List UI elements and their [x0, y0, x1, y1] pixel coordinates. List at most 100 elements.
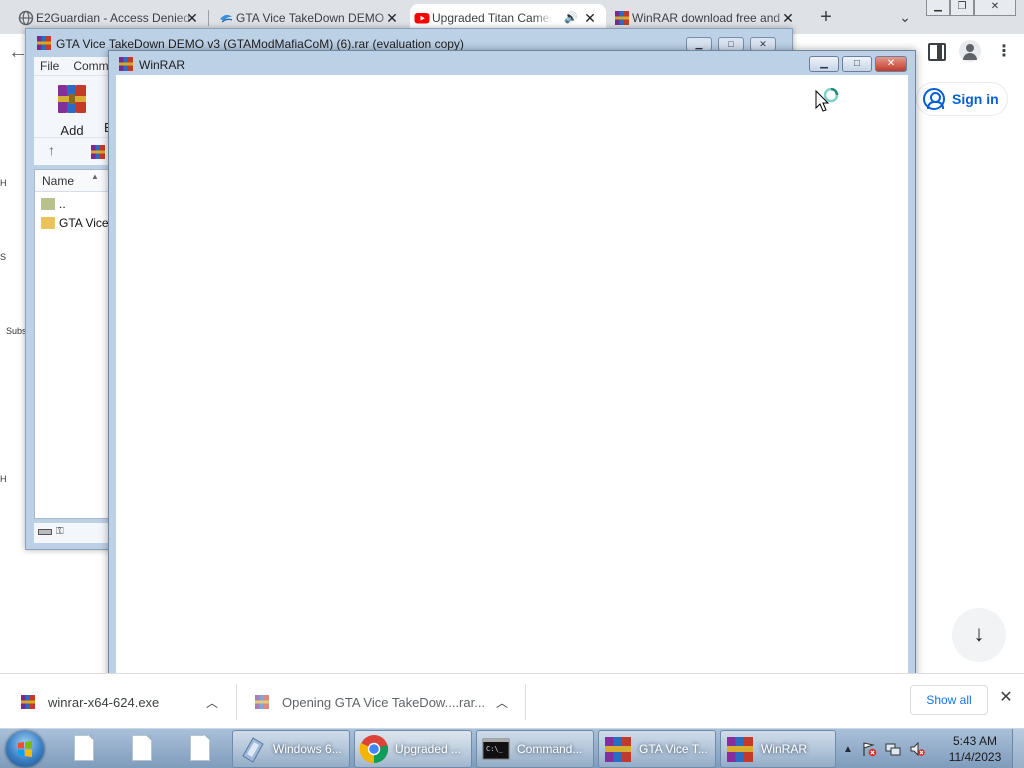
tab-label: Upgraded Titan Cameraman — [432, 11, 552, 25]
new-tab-button[interactable]: + — [814, 6, 838, 30]
page-sidebar-fragment[interactable]: Subs — [6, 326, 27, 336]
minimize-icon[interactable]: ▁ — [809, 56, 839, 72]
close-icon[interactable]: ✕ — [998, 690, 1014, 706]
winrar-icon — [605, 737, 631, 762]
chevron-up-icon[interactable]: ︿ — [496, 694, 508, 711]
download-separator — [525, 684, 526, 720]
list-item[interactable]: GTA Vice — [41, 214, 109, 232]
winrar-add-icon — [58, 85, 86, 113]
tab-separator — [208, 10, 209, 26]
tab-label: E2Guardian - Access Denied — [36, 11, 191, 25]
winrar-icon — [119, 57, 133, 71]
show-desktop-button[interactable] — [1012, 729, 1024, 768]
close-icon[interactable]: ✕ — [974, 0, 1016, 16]
tab-search-button[interactable]: ⌄ — [894, 6, 916, 28]
page-sidebar-fragment[interactable]: H — [0, 178, 7, 188]
action-center-flag-icon[interactable] — [861, 741, 877, 757]
dialog-window-controls: ▁ □ ✕ — [809, 56, 907, 72]
dialog-title: WinRAR — [139, 58, 186, 72]
menu-file[interactable]: File — [40, 57, 59, 75]
maximize-icon[interactable]: □ — [842, 56, 872, 72]
side-panel-icon[interactable] — [928, 43, 946, 61]
profile-icon[interactable] — [959, 40, 981, 62]
windows-logo-icon — [18, 741, 32, 757]
pinned-file-button[interactable] — [188, 735, 212, 763]
task-label: GTA Vice T... — [639, 742, 708, 756]
taskbar-winrar-archive[interactable]: GTA Vice T... — [598, 730, 716, 768]
close-icon[interactable]: ✕ — [582, 10, 598, 26]
more-options-icon[interactable]: ⋮ — [996, 42, 1012, 62]
download-item[interactable]: Opening GTA Vice TakeDow....rar... ︿ — [254, 682, 522, 722]
clock-time: 5:43 AM — [952, 734, 998, 748]
scroll-down-button[interactable]: ↓ — [952, 608, 1006, 662]
start-button[interactable] — [6, 731, 44, 767]
network-icon[interactable] — [885, 741, 901, 757]
minimize-icon[interactable]: ▁ — [686, 37, 712, 51]
taskbar-winrar-dialog[interactable]: WinRAR — [720, 730, 836, 768]
window-controls: ▁ □ ✕ — [686, 37, 776, 51]
pinned-file-button[interactable] — [72, 735, 96, 763]
download-shelf: winrar-x64-624.exe ︿ Opening GTA Vice Ta… — [0, 673, 1024, 728]
close-icon[interactable]: ✕ — [184, 10, 200, 26]
pinned-file-button[interactable] — [130, 735, 154, 763]
download-item[interactable]: winrar-x64-624.exe ︿ — [20, 682, 230, 722]
winrar-icon — [727, 737, 753, 762]
document-icon — [132, 735, 152, 761]
document-icon — [74, 735, 94, 761]
download-separator — [236, 684, 237, 720]
maximize-icon[interactable]: □ — [718, 37, 744, 51]
winrar-icon — [21, 695, 35, 709]
chrome-icon — [359, 735, 389, 764]
document-icon — [190, 735, 210, 761]
volume-muted-icon[interactable] — [909, 741, 925, 757]
task-label: Command... — [517, 742, 583, 756]
add-button[interactable]: Add — [50, 82, 94, 138]
audio-playing-icon[interactable]: 🔊 — [564, 10, 578, 26]
close-icon[interactable]: ✕ — [875, 56, 907, 72]
winrar-icon — [615, 11, 629, 25]
taskbar-chrome[interactable]: Upgraded ... — [354, 730, 472, 768]
system-clock[interactable]: 5:43 AM 11/4/2023 — [940, 733, 1010, 765]
download-filename: Opening GTA Vice TakeDow....rar... — [282, 694, 486, 710]
restore-icon[interactable]: ❐ — [950, 0, 974, 16]
window-title: GTA Vice TakeDown DEMO v3 (GTAModMafiaCo… — [56, 37, 464, 51]
close-icon[interactable]: ✕ — [750, 37, 776, 51]
parent-folder-icon — [41, 198, 55, 210]
clock-date: 11/4/2023 — [948, 750, 1002, 764]
list-item[interactable]: .. — [41, 195, 66, 213]
tab-label: WinRAR download free and — [632, 11, 781, 25]
sign-in-label: Sign in — [952, 91, 999, 107]
winrar-icon — [91, 145, 105, 159]
close-icon[interactable]: ✕ — [780, 10, 796, 26]
page-sidebar-fragment[interactable]: S — [0, 252, 6, 262]
taskbar-windows-installer[interactable]: Windows 6... — [232, 730, 350, 768]
tab-label: GTA Vice TakeDown DEMO — [236, 11, 385, 25]
taskbar-command-prompt[interactable]: C:\_ Command... — [476, 730, 594, 768]
dialog-client-area — [116, 75, 908, 676]
winrar-icon — [37, 36, 51, 50]
file-name: .. — [59, 197, 66, 211]
file-name: GTA Vice — [59, 216, 109, 230]
add-label: Add — [60, 123, 84, 138]
cmd-icon: C:\_ — [482, 738, 510, 760]
sign-in-button[interactable]: Sign in — [916, 82, 1008, 116]
page-sidebar-fragment[interactable]: H — [0, 474, 7, 484]
youtube-icon — [414, 13, 430, 24]
chrome-window-controls: ▁ ❐ ✕ — [926, 0, 1016, 18]
chevron-up-icon[interactable]: ︿ — [206, 694, 218, 711]
up-folder-icon[interactable]: ↑ — [48, 142, 55, 158]
close-icon[interactable]: ✕ — [384, 10, 400, 26]
show-hidden-icons-icon[interactable]: ▲ — [843, 744, 853, 755]
system-tray: ▲ — [843, 735, 925, 763]
show-all-button[interactable]: Show all — [910, 685, 988, 715]
task-label: Windows 6... — [273, 742, 342, 756]
svg-text:C:\_: C:\_ — [486, 745, 504, 753]
folder-icon — [41, 217, 55, 229]
installer-icon — [242, 737, 264, 763]
minimize-icon[interactable]: ▁ — [926, 0, 950, 16]
globe-icon — [18, 10, 34, 26]
busy-cursor-icon — [815, 88, 839, 112]
drive-icon[interactable] — [38, 529, 52, 535]
task-label: Upgraded ... — [395, 742, 462, 756]
key-icon[interactable]: ⚿ — [56, 527, 72, 537]
